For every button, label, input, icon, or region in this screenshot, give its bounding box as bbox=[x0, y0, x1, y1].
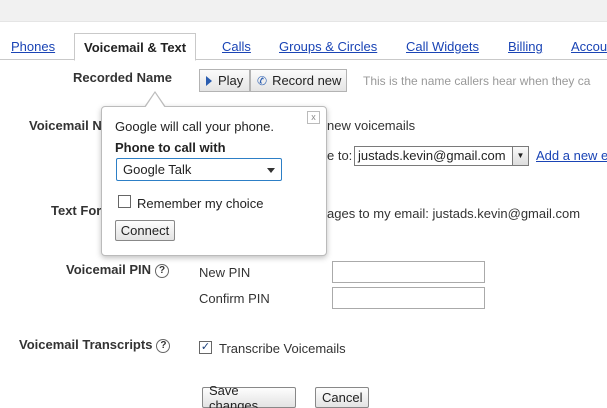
help-icon[interactable]: ? bbox=[155, 264, 170, 278]
close-icon[interactable]: x bbox=[307, 111, 320, 124]
phone-to-call-select[interactable]: Google Talk bbox=[116, 158, 282, 181]
text-forwarding-label: Text For bbox=[51, 203, 102, 218]
remember-choice-checkbox[interactable] bbox=[118, 195, 131, 208]
voicemail-pin-label-text: Voicemail PIN bbox=[66, 262, 152, 277]
play-icon bbox=[206, 75, 212, 86]
popup-pointer-inner bbox=[145, 93, 165, 108]
transcribe-label: Transcribe Voicemails bbox=[219, 341, 346, 356]
confirm-pin-label: Confirm PIN bbox=[199, 291, 270, 306]
tab-groups-circles[interactable]: Groups & Circles bbox=[279, 39, 377, 54]
voicemail-transcripts-label-text: Voicemail Transcripts bbox=[19, 337, 153, 352]
new-pin-input[interactable] bbox=[332, 261, 485, 283]
recorded-name-label: Recorded Name bbox=[73, 70, 172, 85]
tab-calls[interactable]: Calls bbox=[222, 39, 251, 54]
transcribe-checkbox[interactable]: ✓ bbox=[199, 341, 212, 354]
play-button[interactable]: Play bbox=[199, 69, 250, 92]
connect-button[interactable]: Connect bbox=[115, 220, 175, 241]
chevron-down-icon: ▼ bbox=[512, 147, 528, 165]
save-changes-button[interactable]: Save changes bbox=[202, 383, 296, 408]
help-icon[interactable]: ? bbox=[156, 339, 171, 353]
popup-message: Google will call your phone. bbox=[115, 119, 274, 134]
phone-handset-icon: ✆ bbox=[257, 73, 268, 88]
send-to-label: e to: bbox=[327, 148, 353, 163]
tab-voicemail-text[interactable]: Voicemail & Text bbox=[74, 33, 197, 61]
notification-email-value: justads.kevin@gmail.com bbox=[358, 148, 506, 163]
confirm-pin-input[interactable] bbox=[332, 287, 485, 309]
tab-billing[interactable]: Billing bbox=[508, 39, 543, 54]
top-strip bbox=[0, 0, 607, 22]
play-button-label: Play bbox=[218, 73, 244, 88]
phone-to-call-value: Google Talk bbox=[123, 162, 192, 177]
record-new-button[interactable]: ✆ Record new bbox=[250, 69, 347, 92]
tab-phones[interactable]: Phones bbox=[11, 39, 55, 54]
tab-call-widgets[interactable]: Call Widgets bbox=[406, 39, 479, 54]
voicemail-notifications-text: new voicemails bbox=[327, 118, 416, 133]
cancel-button[interactable]: Cancel bbox=[315, 387, 369, 408]
new-pin-label: New PIN bbox=[199, 265, 251, 280]
voicemail-pin-label: Voicemail PIN? bbox=[66, 262, 170, 278]
record-new-label: Record new bbox=[272, 73, 342, 88]
text-forwarding-text: ages to my email: justads.kevin@gmail.co… bbox=[327, 206, 581, 221]
tab-account[interactable]: Accou bbox=[571, 39, 607, 54]
notification-email-select[interactable]: justads.kevin@gmail.com ▼ bbox=[354, 146, 529, 166]
voicemail-transcripts-label: Voicemail Transcripts? bbox=[19, 337, 171, 353]
add-new-email-link[interactable]: Add a new e bbox=[536, 148, 607, 163]
phone-to-call-label: Phone to call with bbox=[115, 140, 226, 155]
recorded-name-hint: This is the name callers hear when they … bbox=[363, 74, 591, 88]
voicemail-notifications-label: Voicemail N bbox=[29, 118, 102, 133]
chevron-down-icon bbox=[267, 168, 275, 173]
remember-choice-label: Remember my choice bbox=[137, 196, 264, 211]
